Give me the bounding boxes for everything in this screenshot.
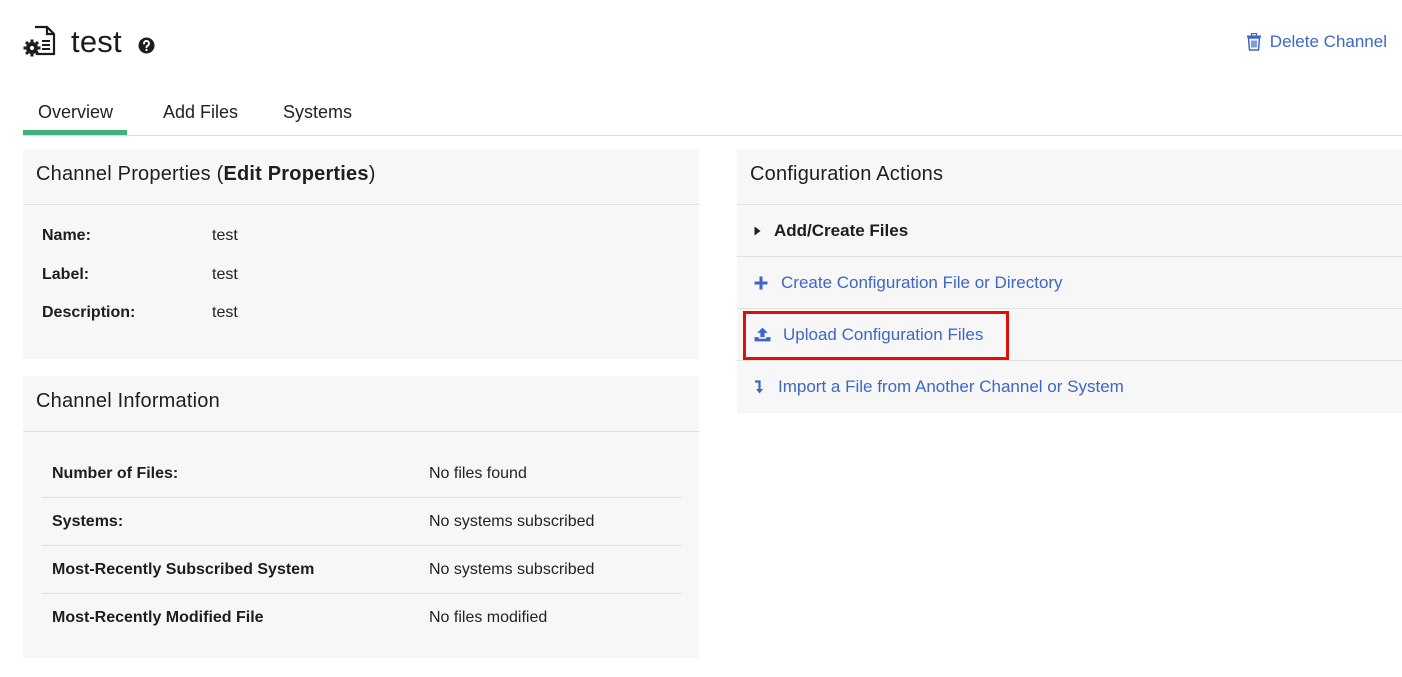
property-row-description: Description: test [42, 304, 238, 322]
property-label: Label: [42, 266, 90, 283]
channel-properties-panel: Channel Properties (Edit Properties) Nam… [23, 149, 699, 359]
edit-properties-link[interactable]: Edit Properties [223, 163, 368, 185]
channel-properties-title: Channel Properties ( [36, 163, 224, 185]
create-configuration-file-link[interactable]: Create Configuration File or Directory [737, 257, 1402, 309]
add-create-files-label: Add/Create Files [774, 220, 909, 240]
config-file-icon [23, 25, 56, 57]
property-value: test [212, 304, 238, 321]
delete-channel-button[interactable]: Delete Channel [1246, 32, 1387, 52]
help-icon[interactable] [138, 37, 155, 54]
property-row-name: Name: test [42, 227, 238, 245]
configuration-actions-heading: Configuration Actions [737, 149, 1402, 205]
property-value: test [212, 227, 238, 244]
create-configuration-file-label: Create Configuration File or Directory [781, 272, 1063, 292]
plus-icon [754, 276, 768, 289]
info-value: No systems subscribed [429, 560, 595, 578]
import-arrow-icon [755, 380, 763, 394]
tab-add-files[interactable]: Add Files [163, 102, 238, 123]
channel-information-table: Number of Files: No files found Systems:… [42, 450, 682, 642]
property-label: Description: [42, 304, 136, 321]
import-file-link[interactable]: Import a File from Another Channel or Sy… [737, 361, 1402, 413]
upload-configuration-files-label: Upload Configuration Files [783, 324, 984, 344]
import-file-label: Import a File from Another Channel or Sy… [778, 377, 1124, 396]
upload-configuration-files-link[interactable]: Upload Configuration Files [737, 309, 1402, 361]
tab-bar: Overview Add Files Systems [22, 94, 1402, 136]
info-value: No systems subscribed [429, 512, 595, 530]
property-value: test [212, 266, 238, 283]
info-value: No files modified [429, 609, 548, 626]
add-create-files-toggle[interactable]: Add/Create Files [737, 205, 1402, 257]
tab-overview[interactable]: Overview [22, 102, 128, 135]
table-row: Most-Recently Modified File No files mod… [42, 594, 682, 642]
caret-right-icon [754, 226, 761, 235]
info-label: Most-Recently Modified File [52, 609, 264, 626]
upload-icon [754, 327, 771, 342]
trash-icon [1246, 33, 1261, 51]
info-value: No files found [429, 464, 527, 482]
channel-properties-paren: ) [368, 163, 376, 185]
page-title: test [71, 24, 122, 59]
configuration-actions-panel: Configuration Actions Add/Create Files C… [737, 149, 1402, 413]
property-label: Name: [42, 227, 91, 244]
tab-systems[interactable]: Systems [283, 102, 352, 123]
channel-information-heading: Channel Information [23, 376, 699, 432]
table-row: Most-Recently Subscribed System No syste… [42, 546, 682, 594]
property-row-label: Label: test [42, 266, 238, 284]
info-label: Number of Files: [52, 464, 179, 482]
table-row: Systems: No systems subscribed [42, 498, 682, 546]
info-label: Systems: [52, 512, 124, 530]
table-row: Number of Files: No files found [42, 450, 682, 498]
channel-information-panel: Channel Information Number of Files: No … [23, 376, 699, 658]
delete-channel-label: Delete Channel [1269, 32, 1387, 51]
channel-properties-heading: Channel Properties (Edit Properties) [23, 149, 699, 205]
page-header: test Delete Channel [23, 22, 1387, 66]
info-label: Most-Recently Subscribed System [52, 560, 315, 578]
